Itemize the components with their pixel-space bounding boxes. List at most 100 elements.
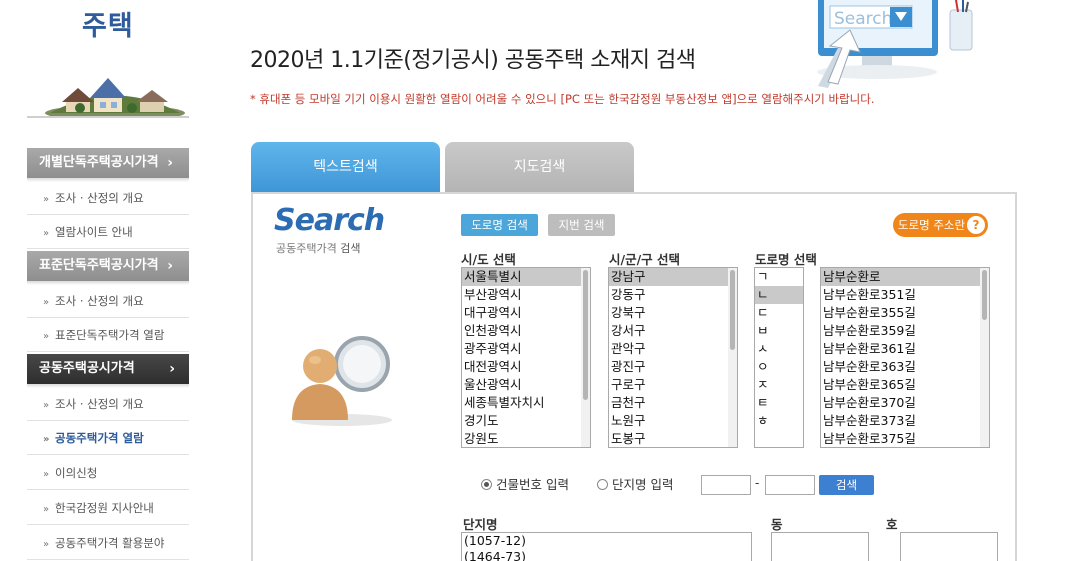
submenu-item[interactable]: » 표준단독주택가격 열람	[27, 318, 189, 352]
bullet-icon: »	[43, 469, 50, 480]
submenu-label: 공동주택가격 활용분야	[55, 536, 165, 550]
submenu-item[interactable]: » 한국감정원 지사안내	[27, 491, 189, 525]
list-item[interactable]: 부산광역시	[462, 286, 590, 304]
list-item[interactable]: 서울특별시	[462, 268, 590, 286]
list-item[interactable]: ㅇ	[755, 358, 803, 376]
ho-select[interactable]	[900, 532, 998, 561]
radio-complex-name[interactable]: 단지명 입력	[597, 474, 673, 493]
submenu-item[interactable]: » 조사 · 산정의 개요	[27, 387, 189, 421]
list-item[interactable]: ㄱ	[755, 268, 803, 286]
list-item[interactable]: ㅌ	[755, 394, 803, 412]
list-item[interactable]: 남부순환로355길	[821, 304, 989, 322]
bullet-icon: »	[43, 228, 50, 239]
submenu-item[interactable]: » 열람사이트 안내	[27, 215, 189, 249]
list-item[interactable]: 도봉구	[609, 430, 737, 447]
list-item[interactable]: ㄴ	[755, 286, 803, 304]
complex-select[interactable]: (1057-12) (1464-73)	[461, 532, 752, 561]
guide-label: 도로명 주소란	[897, 218, 966, 232]
road-name-search-button[interactable]: 도로명 검색	[461, 214, 538, 236]
list-item[interactable]: ㅅ	[755, 340, 803, 358]
building-sub-number-input[interactable]	[765, 475, 815, 495]
list-item[interactable]: 강남구	[609, 268, 737, 286]
scrollbar-thumb[interactable]	[982, 270, 987, 320]
menu-individual-house-price[interactable]: 개별단독주택공시가격 ›	[27, 148, 189, 182]
search-logo: Search	[274, 203, 385, 238]
list-item[interactable]: ㅎ	[755, 412, 803, 430]
list-item[interactable]: 남부순환로373길	[821, 412, 989, 430]
scrollbar[interactable]	[728, 268, 737, 447]
list-item[interactable]: 경기도	[462, 412, 590, 430]
find-button[interactable]: 검색	[819, 475, 874, 495]
sidebar-divider	[27, 116, 189, 118]
list-item[interactable]: 남부순환로365길	[821, 376, 989, 394]
list-item[interactable]: ㅂ	[755, 322, 803, 340]
road-label: 도로명 선택	[755, 252, 817, 267]
list-item[interactable]: 강동구	[609, 286, 737, 304]
sido-select[interactable]: 서울특별시 부산광역시 대구광역시 인천광역시 광주광역시 대전광역시 울산광역…	[461, 267, 591, 448]
list-item[interactable]: 남부순환로351길	[821, 286, 989, 304]
road-initial-select[interactable]: ㄱ ㄴ ㄷ ㅂ ㅅ ㅇ ㅈ ㅌ ㅎ	[754, 267, 804, 448]
submenu-item[interactable]: » 조사 · 산정의 개요	[27, 284, 189, 318]
list-item[interactable]: 대구광역시	[462, 304, 590, 322]
road-address-guide-button[interactable]: 도로명 주소란 ?	[893, 213, 988, 237]
list-item[interactable]: (1464-73)	[462, 549, 751, 561]
list-item[interactable]: 광진구	[609, 358, 737, 376]
submenu-item[interactable]: » 이의신청	[27, 456, 189, 490]
search-monitor-illustration: Search	[817, 0, 973, 88]
list-item[interactable]: 강원도	[462, 430, 590, 447]
radio-building-number[interactable]: 건물번호 입력	[481, 474, 569, 493]
complex-label: 단지명	[463, 517, 498, 532]
sigungu-select[interactable]: 강남구 강동구 강북구 강서구 관악구 광진구 구로구 금천구 노원구 도봉구	[608, 267, 738, 448]
list-item[interactable]: (1057-12)	[462, 533, 751, 549]
search-subtitle-plain: 공동주택가격	[276, 242, 341, 255]
bullet-icon: »	[43, 539, 50, 550]
list-item[interactable]: 남부순환로363길	[821, 358, 989, 376]
menu-label: 공동주택공시가격	[39, 361, 135, 376]
list-item[interactable]: 광주광역시	[462, 340, 590, 358]
list-item[interactable]: 남부순환로370길	[821, 394, 989, 412]
dong-select[interactable]	[771, 532, 869, 561]
submenu-item[interactable]: » 공동주택가격 활용분야	[27, 526, 189, 560]
tab-text-search[interactable]: 텍스트검색	[251, 142, 440, 192]
list-item[interactable]: 남부순환로361길	[821, 340, 989, 358]
submenu-item[interactable]: » 조사 · 산정의 개요	[27, 181, 189, 215]
bullet-icon: »	[43, 331, 50, 342]
menu-standard-house-price[interactable]: 표준단독주택공시가격 ›	[27, 251, 189, 285]
scrollbar[interactable]	[980, 268, 989, 447]
lot-number-search-button[interactable]: 지번 검색	[548, 214, 615, 236]
submenu-label: 조사 · 산정의 개요	[55, 397, 144, 411]
list-item[interactable]: 인천광역시	[462, 322, 590, 340]
list-item[interactable]: 세종특별자치시	[462, 394, 590, 412]
list-item[interactable]: 강서구	[609, 322, 737, 340]
list-item[interactable]: ㅈ	[755, 376, 803, 394]
scrollbar-thumb[interactable]	[730, 270, 735, 350]
list-item[interactable]: 금천구	[609, 394, 737, 412]
list-item[interactable]: 노원구	[609, 412, 737, 430]
submenu-label: 열람사이트 안내	[55, 225, 133, 239]
list-item[interactable]: ㄷ	[755, 304, 803, 322]
list-item[interactable]: 구로구	[609, 376, 737, 394]
submenu-label: 조사 · 산정의 개요	[55, 294, 144, 308]
list-item[interactable]: 관악구	[609, 340, 737, 358]
radio-selected-icon[interactable]	[481, 479, 492, 490]
radio-label: 건물번호 입력	[496, 477, 569, 492]
list-item[interactable]: 울산광역시	[462, 376, 590, 394]
menu-apartment-price[interactable]: 공동주택공시가격 ›	[27, 354, 189, 388]
list-item[interactable]: 강북구	[609, 304, 737, 322]
list-item[interactable]: 남부순환로359길	[821, 322, 989, 340]
bullet-icon: »	[43, 504, 50, 515]
chevron-right-icon: ›	[167, 258, 173, 274]
list-item[interactable]: 대전광역시	[462, 358, 590, 376]
scrollbar[interactable]	[581, 268, 590, 447]
dong-label: 동	[771, 517, 783, 532]
menu-label: 표준단독주택공시가격	[39, 258, 159, 273]
building-main-number-input[interactable]	[701, 475, 751, 495]
list-item[interactable]: 남부순환로	[821, 268, 989, 286]
tab-map-search[interactable]: 지도검색	[445, 142, 634, 192]
list-item[interactable]: 남부순환로375길	[821, 430, 989, 447]
submenu-item-active[interactable]: » 공동주택가격 열람	[27, 421, 189, 455]
bullet-icon: »	[43, 434, 50, 445]
radio-unselected-icon[interactable]	[597, 479, 608, 490]
scrollbar-thumb[interactable]	[583, 270, 588, 400]
road-name-select[interactable]: 남부순환로 남부순환로351길 남부순환로355길 남부순환로359길 남부순환…	[820, 267, 990, 448]
